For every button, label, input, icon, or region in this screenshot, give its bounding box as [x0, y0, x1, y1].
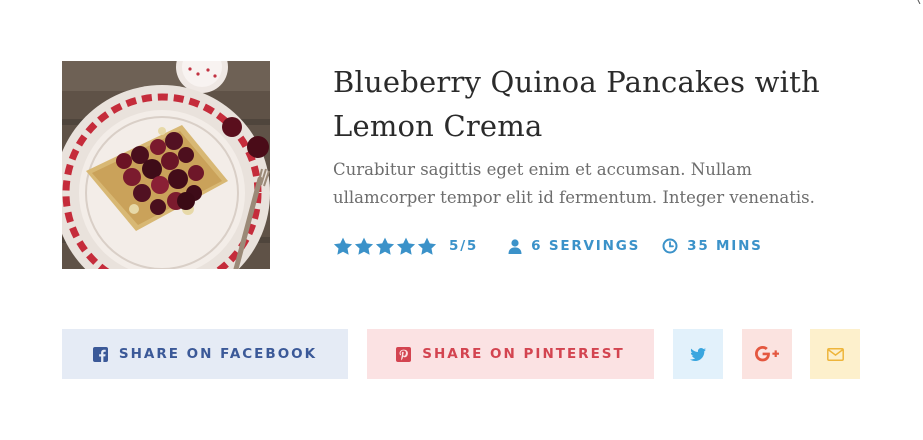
- recipe-title: Blueberry Quinoa Pancakes with Lemon Cre…: [333, 65, 820, 143]
- star-icon: [396, 237, 416, 255]
- share-facebook-button[interactable]: SHARE ON FACEBOOK: [62, 329, 348, 379]
- rating-stars: [333, 237, 437, 255]
- cook-time: 35 MINS: [662, 238, 763, 254]
- star-icon: [354, 237, 374, 255]
- corner-mark: [917, 0, 921, 4]
- clock-icon: [662, 238, 678, 254]
- share-facebook-label: SHARE ON FACEBOOK: [118, 346, 318, 362]
- share-pinterest-button[interactable]: SHARE ON PINTEREST: [367, 329, 654, 379]
- servings-label: 6 SERVINGS: [531, 238, 641, 254]
- recipe-photo[interactable]: [62, 61, 270, 269]
- recipe-card: Blueberry Quinoa Pancakes with Lemon Cre…: [0, 0, 923, 440]
- user-icon: [508, 238, 522, 254]
- rating-value: 5/5: [449, 238, 479, 254]
- star-icon: [333, 237, 353, 255]
- twitter-icon: [690, 347, 706, 361]
- pinterest-square-icon: [396, 346, 412, 362]
- recipe-meta: 5/5 6 SERVINGS 35 MINS: [333, 234, 763, 258]
- facebook-square-icon: [92, 346, 108, 362]
- envelope-icon: [826, 347, 844, 361]
- pancakes-photo-icon: [62, 61, 270, 269]
- recipe-description: Curabitur sagittis eget enim et accumsan…: [333, 160, 815, 207]
- servings: 6 SERVINGS: [508, 238, 640, 254]
- share-email-button[interactable]: [810, 329, 860, 379]
- star-icon: [417, 237, 437, 255]
- share-google-plus-button[interactable]: [742, 329, 792, 379]
- share-pinterest-label: SHARE ON PINTEREST: [422, 346, 625, 362]
- google-plus-icon: [755, 346, 779, 362]
- cook-time-label: 35 MINS: [687, 238, 763, 254]
- star-icon: [375, 237, 395, 255]
- share-twitter-button[interactable]: [673, 329, 723, 379]
